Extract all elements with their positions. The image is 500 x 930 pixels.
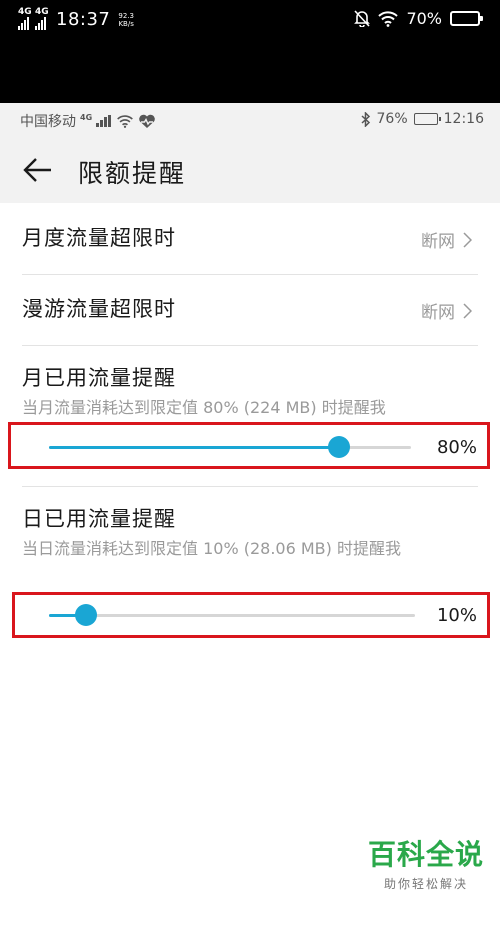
section-title: 月已用流量提醒 [22,366,176,390]
slider-thumb[interactable] [327,436,350,458]
slider-fill [49,446,339,449]
divider [22,486,478,487]
status-time: 18:37 [56,9,111,30]
page-header: 限额提醒 [0,137,500,203]
slider-track[interactable] [49,614,415,617]
monthly-slider-highlight: 80% [8,422,490,469]
section-description: 当月流量消耗达到限定值 80% (224 MB) 时提醒我 [22,398,386,417]
battery-icon [413,113,441,125]
monthly-reminder-section: 月已用流量提醒 当月流量消耗达到限定值 80% (224 MB) 时提醒我 [22,362,478,420]
slider-thumb[interactable] [74,604,97,626]
signal-icon: 4G [18,8,32,30]
network-type: 4G [80,112,93,122]
wifi-icon [378,10,399,27]
divider [22,345,478,346]
row-label: 漫游流量超限时 [22,297,176,321]
health-heart-icon [139,114,155,128]
signal-icon: 4G [35,8,49,30]
outer-status-bar: 4G 4G 18:37 92.3 KB/s 70% [0,0,500,103]
section-title: 日已用流量提醒 [22,507,176,531]
battery-icon [450,11,483,26]
chevron-right-icon [463,231,472,248]
network-speed: 92.3 KB/s [118,11,134,28]
monthly-limit-row[interactable]: 月度流量超限时 断网 [22,222,478,262]
battery-percent: 70% [406,9,442,28]
slider-track[interactable] [49,446,411,449]
chevron-right-icon [463,302,472,319]
row-value: 断网 [421,298,472,323]
roaming-limit-row[interactable]: 漫游流量超限时 断网 [22,293,478,333]
bluetooth-icon [361,111,370,127]
inner-status-bar: 中国移动 4G 76% 12:16 [0,103,500,137]
slider-percent: 80% [436,437,477,458]
carrier-name: 中国移动 [20,114,76,130]
divider [22,274,478,275]
signal-icon [96,115,112,127]
back-arrow-icon[interactable] [22,155,54,185]
wifi-icon [117,114,134,128]
row-label: 月度流量超限时 [22,226,176,250]
slider-percent: 10% [436,605,477,626]
battery-percent: 76% [376,111,408,127]
row-value: 断网 [421,227,472,252]
daily-reminder-section: 日已用流量提醒 当日流量消耗达到限定值 10% (28.06 MB) 时提醒我 [22,503,478,561]
status-time: 12:16 [443,111,484,127]
watermark-logo: 百科全说 助你轻松解决 [367,838,484,891]
mute-bell-icon [354,10,371,27]
section-description: 当日流量消耗达到限定值 10% (28.06 MB) 时提醒我 [22,539,401,558]
daily-slider-highlight: 10% [12,592,490,638]
page-title: 限额提醒 [78,159,187,188]
